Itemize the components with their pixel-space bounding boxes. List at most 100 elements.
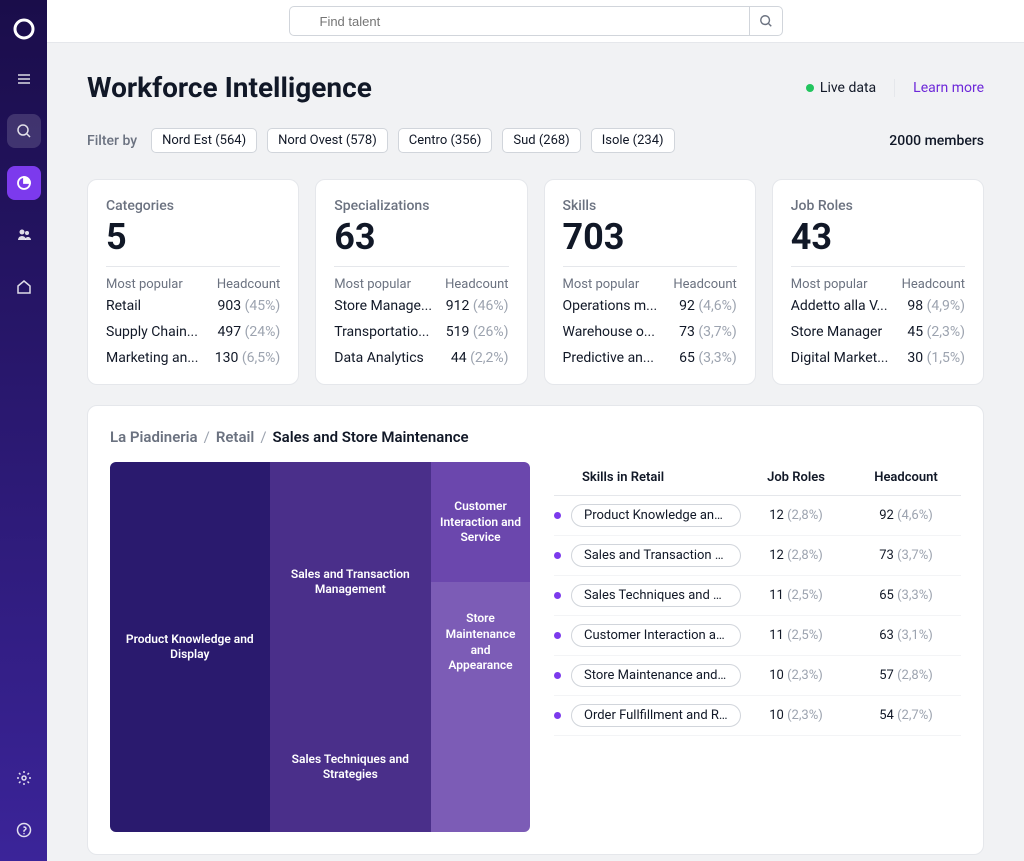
treemap-chart: Product Knowledge and Display Sales and … [110,462,530,832]
card-count: 5 [106,216,280,258]
col-header: Job Roles [741,470,851,485]
table-row: Order Fullfillment and Ret... 10 (2,3%) … [554,696,961,736]
skill-chip[interactable]: Order Fullfillment and Ret... [571,704,741,727]
bullet-icon [554,592,561,599]
cell-roles: 10 (2,3%) [741,668,851,683]
card-item: Retail903 (45%) [106,298,280,314]
cell-headcount: 73 (3,7%) [851,548,961,563]
treemap-cell[interactable]: Sales and Transaction Management [270,462,431,703]
col-header: Most popular [563,277,640,292]
skill-chip[interactable]: Sales Techniques and Str... [571,584,741,607]
table-row: Customer Interaction and... 11 (2,5%) 63… [554,616,961,656]
bullet-icon [554,632,561,639]
col-header: Most popular [791,277,868,292]
nav-help-icon[interactable] [7,813,41,847]
table-row: Product Knowledge and... 12 (2,8%) 92 (4… [554,496,961,536]
bullet-icon [554,712,561,719]
learn-more-link[interactable]: Learn more [913,80,984,96]
breadcrumb-item[interactable]: La Piadineria [110,428,198,446]
cell-roles: 11 (2,5%) [741,588,851,603]
col-header: Headcount [217,277,280,292]
detail-panel: La Piadineria/Retail/Sales and Store Mai… [87,405,984,855]
divider [894,79,895,97]
breadcrumb-current: Sales and Store Maintenance [273,428,469,446]
cell-headcount: 54 (2,7%) [851,708,961,723]
card-job-roles: Job Roles 43 Most popular Headcount Addet… [772,179,984,385]
col-header: Headcount [851,470,961,485]
bullet-icon [554,552,561,559]
nav-search-icon[interactable] [7,114,41,148]
cell-headcount: 92 (4,6%) [851,508,961,523]
col-header: Most popular [106,277,183,292]
search-input[interactable] [289,6,749,36]
filter-chip[interactable]: Isole (234) [591,128,675,153]
nav-analytics-icon[interactable] [7,166,41,200]
nav-people-icon[interactable] [7,218,41,252]
cell-roles: 12 (2,8%) [741,548,851,563]
bullet-icon [554,512,561,519]
table-header: Skills in Retail Job Roles Headcount [554,462,961,496]
col-header: Headcount [902,277,965,292]
card-item: Data Analytics44 (2,2%) [334,350,508,366]
treemap-cell[interactable]: Store Maintenance and Appearance [431,582,530,702]
card-title: Skills [563,198,737,214]
filter-chip[interactable]: Sud (268) [502,128,580,153]
treemap-cell[interactable] [431,703,530,833]
skill-chip[interactable]: Product Knowledge and... [571,504,741,527]
card-item: Store Manager45 (2,3%) [791,324,965,340]
nav-list-icon[interactable] [7,62,41,96]
cell-headcount: 63 (3,1%) [851,628,961,643]
breadcrumb-item[interactable]: Retail [216,428,255,446]
filter-chip[interactable]: Nord Est (564) [151,128,257,153]
cell-roles: 12 (2,8%) [741,508,851,523]
card-count: 703 [563,216,737,258]
skill-chip[interactable]: Customer Interaction and... [571,624,741,647]
cell-roles: 11 (2,5%) [741,628,851,643]
cell-roles: 10 (2,3%) [741,708,851,723]
card-categories: Categories 5 Most popular Headcount Retai… [87,179,299,385]
filter-label: Filter by [87,133,137,149]
search-button[interactable] [749,6,783,36]
card-count: 43 [791,216,965,258]
treemap-cell[interactable]: Sales Techniques and Strategies [270,703,431,833]
table-row: Sales and Transaction M... 12 (2,8%) 73 … [554,536,961,576]
skill-chip[interactable]: Sales and Transaction M... [571,544,741,567]
skill-chip[interactable]: Store Maintenance and A... [571,664,741,687]
col-header: Headcount [673,277,736,292]
live-dot-icon [806,84,814,92]
cell-headcount: 65 (3,3%) [851,588,961,603]
filter-row: Filter by Nord Est (564) Nord Ovest (578… [87,128,984,153]
col-header: Most popular [334,277,411,292]
card-title: Job Roles [791,198,965,214]
topbar [47,0,1024,43]
col-header: Skills in Retail [554,470,741,485]
bullet-icon [554,672,561,679]
card-item: Transportatio...519 (26%) [334,324,508,340]
app-logo [9,14,39,44]
cell-headcount: 57 (2,8%) [851,668,961,683]
col-header: Headcount [445,277,508,292]
table-row: Sales Techniques and Str... 11 (2,5%) 65… [554,576,961,616]
card-specializations: Specializations 63 Most popular Headcount… [315,179,527,385]
treemap-cell[interactable]: Product Knowledge and Display [110,462,270,832]
search-wrap [289,6,783,36]
live-data-indicator: Live data [806,80,876,96]
card-item: Marketing an...130 (6,5%) [106,350,280,366]
filter-chip[interactable]: Centro (356) [398,128,493,153]
card-item: Supply Chain...497 (24%) [106,324,280,340]
search-icon [759,14,773,28]
card-item: Digital Market...30 (1,5%) [791,350,965,366]
filter-chip[interactable]: Nord Ovest (578) [267,128,388,153]
nav-settings-icon[interactable] [7,761,41,795]
card-count: 63 [334,216,508,258]
card-title: Categories [106,198,280,214]
page-title: Workforce Intelligence [87,71,372,104]
card-item: Predictive an...65 (3,3%) [563,350,737,366]
card-item: Addetto alla V...98 (4,9%) [791,298,965,314]
treemap-cell[interactable]: Customer Interaction and Service [431,462,530,582]
table-row: Store Maintenance and A... 10 (2,3%) 57 … [554,656,961,696]
nav-home-icon[interactable] [7,270,41,304]
sidebar [0,0,47,861]
stats-cards: Categories 5 Most popular Headcount Retai… [87,179,984,385]
card-title: Specializations [334,198,508,214]
